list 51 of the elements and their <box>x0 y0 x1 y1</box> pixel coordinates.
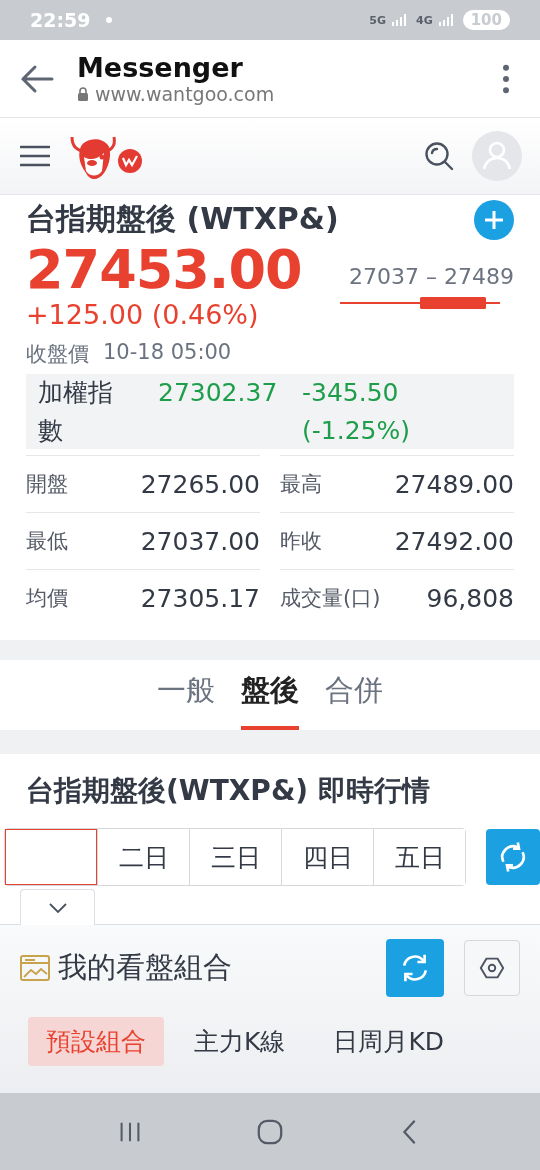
network-label: 5G <box>369 13 386 27</box>
stat-value: 27305.17 <box>140 583 260 613</box>
index-label: 加權指數 <box>38 377 114 447</box>
stat-value: 27037.00 <box>140 526 260 556</box>
stat-label: 最低 <box>26 528 68 556</box>
stat-label: 最高 <box>280 471 322 499</box>
lock-icon <box>77 87 89 101</box>
network-label: 4G <box>416 13 433 27</box>
stat-value: 96,808 <box>426 583 514 613</box>
back-arrow-icon[interactable] <box>20 63 54 94</box>
stat-value: 27492.00 <box>394 526 514 556</box>
index-change: -345.50 (-1.25%) <box>302 377 411 447</box>
search-icon[interactable] <box>424 141 454 171</box>
section-title: 台指期盤後(WTXP&) 即時行情 <box>26 773 431 810</box>
more-menu-icon[interactable] <box>502 63 510 94</box>
url-text: www.wantgoo.com <box>95 83 275 105</box>
stat-value: 27489.00 <box>394 469 514 499</box>
price-change: +125.00 (0.46%) <box>26 299 260 331</box>
stat-label: 昨收 <box>280 528 322 556</box>
combo-tab[interactable]: 日周月KD <box>315 1017 463 1066</box>
add-icon[interactable] <box>474 199 514 240</box>
quote-title: 台指期盤後 (WTXP&) <box>26 200 339 238</box>
stat-label: 成交量(口) <box>280 585 381 613</box>
chart-window-icon <box>20 955 50 981</box>
combo-tab[interactable]: 主力K線 <box>176 1017 304 1066</box>
panel-title: 我的看盤組合 <box>58 949 232 986</box>
close-label: 收盤價 <box>26 341 89 369</box>
home-icon[interactable] <box>256 1117 284 1146</box>
day-tab[interactable]: 五日 <box>373 829 465 886</box>
tab[interactable]: 一般 <box>157 660 215 731</box>
candlestick-icon <box>340 295 500 311</box>
notification-dot-icon <box>106 17 113 23</box>
tab[interactable]: 合併 <box>325 660 383 731</box>
refresh-button[interactable] <box>486 829 540 886</box>
refresh-button[interactable] <box>386 939 444 997</box>
stat-label: 均價 <box>26 585 68 613</box>
close-time: 10-18 05:00 <box>103 340 232 367</box>
signal-icon <box>392 14 406 26</box>
price-text: 27453.00 <box>26 240 302 300</box>
menu-icon[interactable] <box>20 144 50 168</box>
collapse-handle[interactable] <box>20 889 95 925</box>
stat-label: 開盤 <box>26 471 68 499</box>
tab[interactable]: 盤後 <box>241 660 299 731</box>
stat-value: 27265.00 <box>140 469 260 499</box>
page-title: Messenger <box>77 52 244 83</box>
settings-button[interactable] <box>464 940 520 996</box>
chevron-down-icon <box>47 901 68 914</box>
signal-icon <box>438 14 453 26</box>
price-range: 27037 – 27489 <box>349 264 514 289</box>
day-tab[interactable] <box>5 829 97 886</box>
index-value: 27302.37 <box>158 377 279 410</box>
